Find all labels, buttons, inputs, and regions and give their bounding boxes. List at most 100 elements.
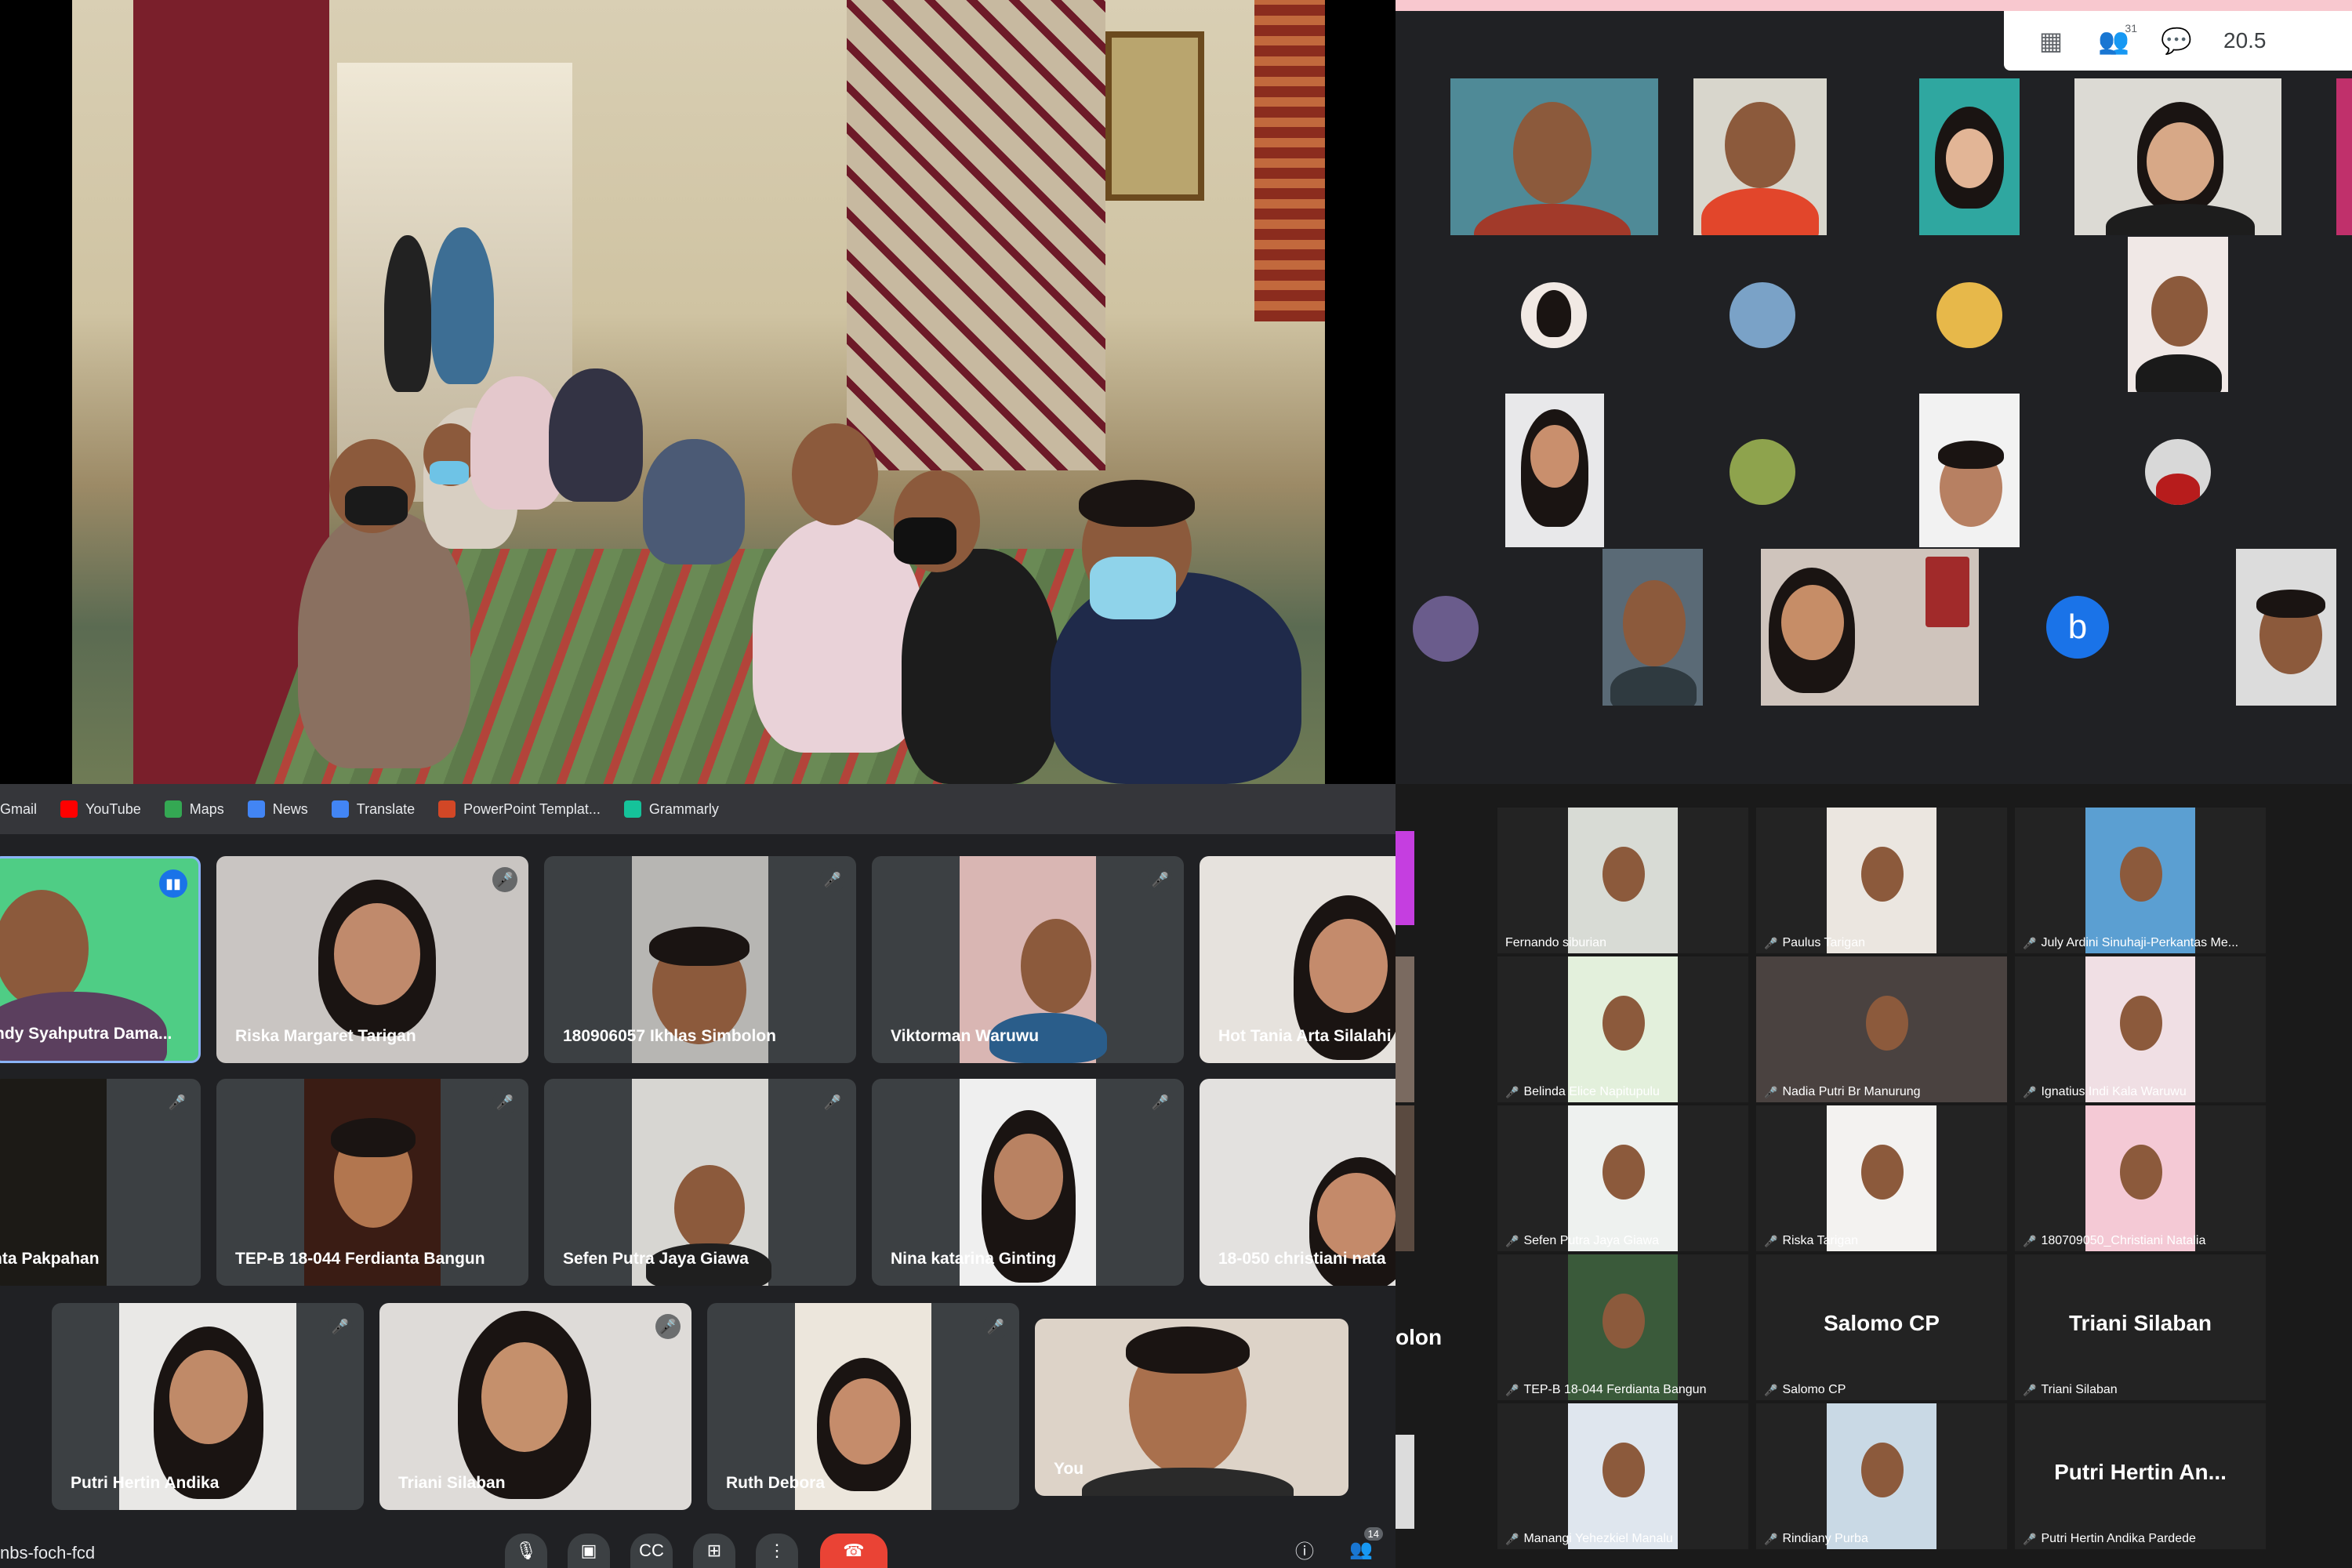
more-options-button[interactable]: ⋮: [756, 1534, 798, 1568]
zoom-participant-tile[interactable]: 🎤 Sefen Putra Jaya Giawa: [1497, 1105, 1748, 1251]
wall-ulos-cloth: [1254, 0, 1325, 321]
self-view-tile[interactable]: You: [1035, 1319, 1348, 1496]
partial-name: olon: [1396, 1325, 1443, 1349]
video-tile[interactable]: [2074, 78, 2281, 235]
bookmark-item[interactable]: Translate: [331, 800, 415, 818]
participant-tile[interactable]: 🎤 180906057 Ikhlas Simbolon: [544, 856, 856, 1063]
zoom-participant-tile[interactable]: 🎤 Belinda Elice Napitupulu: [1497, 956, 1748, 1102]
video-tile[interactable]: [2236, 549, 2336, 706]
participant-name: 🎤 TEP-B 18-044 Ferdianta Bangun: [1505, 1383, 1706, 1397]
zoom-participant-tile[interactable]: Fernando siburian: [1497, 808, 1748, 953]
bookmark-icon: [247, 800, 265, 818]
mic-muted-icon: 🎤: [1764, 1383, 1778, 1396]
participant-tile[interactable]: 🎤 Nina katarina Ginting: [872, 1079, 1184, 1286]
person-head: [2120, 847, 2162, 902]
participant-tile[interactable]: 🎤 TEP-B 18-044 Ferdianta Bangun: [216, 1079, 528, 1286]
person-face: [169, 1350, 248, 1444]
captions-button[interactable]: CC: [630, 1534, 673, 1568]
person-head: [1021, 919, 1091, 1013]
bookmark-item[interactable]: PowerPoint Templat...: [438, 800, 601, 818]
participant-name: 18-050 christiani nata: [1218, 1250, 1386, 1268]
people-icon[interactable]: 👥 31: [2098, 22, 2137, 56]
bookmark-item[interactable]: News: [247, 800, 308, 818]
speaking-indicator-icon: ▮▮: [159, 869, 187, 898]
mic-muted-icon: 🎤: [1764, 1532, 1778, 1545]
participant-tile[interactable]: 🎤 Ruth Debora: [707, 1303, 1019, 1510]
meeting-code: nbs-foch-fcd: [0, 1543, 96, 1563]
zoom-participant-tile[interactable]: 🎤 July Ardini Sinuhaji-Perkantas Me...: [2015, 808, 2266, 953]
mic-off-icon: 🎤: [1148, 1090, 1173, 1115]
chat-icon[interactable]: 💬: [2161, 25, 2192, 56]
face-mask: [894, 517, 956, 564]
video-tile[interactable]: [1602, 549, 1703, 706]
participant-tile[interactable]: 🎤 Riska Margaret Tarigan: [216, 856, 528, 1063]
camera-button[interactable]: ▣: [568, 1534, 610, 1568]
video-tile[interactable]: [1505, 394, 1604, 547]
profile-avatar: [1521, 282, 1587, 348]
participant-tile[interactable]: 🎤 nta Pakpahan: [0, 1079, 201, 1286]
zoom-participant-tile[interactable]: 🎤 Riska Tarigan: [1756, 1105, 2007, 1251]
participant-name: Riska Margaret Tarigan: [235, 1027, 416, 1045]
participant-name-label: TEP-B 18-044 Ferdianta Bangun: [1523, 1383, 1707, 1396]
zoom-participant-tile[interactable]: Salomo CP 🎤 Salomo CP: [1756, 1254, 2007, 1400]
people-icon[interactable]: 👥 14: [1345, 1527, 1383, 1565]
participant-video: [1756, 956, 2007, 1102]
video-tile[interactable]: [1919, 78, 2020, 235]
zoom-participant-tile[interactable]: 🎤 TEP-B 18-044 Ferdianta Bangun: [1497, 1254, 1748, 1400]
zoom-participant-tile[interactable]: Triani Silaban 🎤 Triani Silaban: [2015, 1254, 2266, 1400]
participant-tile[interactable]: 🎤 Putri Hertin Andika: [52, 1303, 364, 1510]
mic-off-icon: 🎤: [492, 1090, 517, 1115]
participant-name: Triani Silaban: [398, 1474, 506, 1492]
video-tile[interactable]: [1450, 78, 1658, 235]
face-mask: [430, 461, 469, 485]
video-tile[interactable]: [2336, 78, 2352, 235]
participant-name-label: Ignatius Indi Kala Waruwu: [2041, 1085, 2187, 1098]
people-count-badge: 14: [1363, 1527, 1383, 1541]
person: [1051, 572, 1301, 784]
participant-name-label: Riska Tarigan: [1782, 1234, 1859, 1247]
person-face: [829, 1378, 900, 1465]
person-head: [0, 890, 89, 1007]
bookmark-item[interactable]: Gmail: [0, 801, 37, 818]
bookmark-item[interactable]: Grammarly: [623, 800, 719, 818]
zoom-participant-tile[interactable]: 🎤 180709050_Christiani Natalia: [2015, 1105, 2266, 1251]
participant-tile[interactable]: 18-050 christiani nata: [1200, 1079, 1396, 1286]
zoom-participant-tile[interactable]: 🎤 Paulus Tarigan: [1756, 808, 2007, 953]
video-tile[interactable]: [2128, 237, 2228, 392]
profile-avatar: [1413, 596, 1479, 662]
mic-muted-icon: 🎤: [1505, 1234, 1519, 1247]
participant-tile[interactable]: 🎤 Triani Silaban: [379, 1303, 691, 1510]
mic-off-icon: 🎤: [1148, 867, 1173, 892]
face-mask: [345, 486, 408, 525]
bookmark-label: Grammarly: [648, 800, 719, 817]
video-tile[interactable]: [1693, 78, 1827, 235]
participant-video: [1827, 1105, 1936, 1251]
leave-call-button[interactable]: ☎: [820, 1534, 887, 1568]
participant-tile[interactable]: 🎤 Viktorman Waruwu: [872, 856, 1184, 1063]
participant-video: [2085, 808, 2195, 953]
present-button[interactable]: ⊞: [693, 1534, 735, 1568]
person-head: [1602, 1294, 1645, 1348]
mic-muted-icon: 🎤: [1764, 1085, 1778, 1098]
video-tile[interactable]: [1919, 394, 2020, 547]
video-tile[interactable]: [1761, 549, 1979, 706]
microphone-button[interactable]: 🎙: [505, 1534, 547, 1568]
mic-off-icon: 🎤: [820, 1090, 845, 1115]
person-body: [2106, 204, 2255, 235]
bookmark-item[interactable]: YouTube: [60, 800, 141, 818]
bookmark-item[interactable]: Maps: [164, 800, 224, 818]
grid-view-icon[interactable]: ▦: [2035, 25, 2067, 56]
window-grille: [847, 0, 1105, 470]
participant-tile[interactable]: 🎤 Sefen Putra Jaya Giawa: [544, 1079, 856, 1286]
zoom-participant-tile[interactable]: 🎤 Rindiany Purba: [1756, 1403, 2007, 1549]
face-mask: [1090, 557, 1176, 619]
zoom-participant-tile[interactable]: 🎤 Nadia Putri Br Manurung: [1756, 956, 2007, 1102]
participant-tile[interactable]: Hot Tania Arta Silalahi: [1200, 856, 1396, 1063]
info-icon[interactable]: ⓘ: [1289, 1534, 1320, 1565]
zoom-participant-tile[interactable]: Putri Hertin An... 🎤 Putri Hertin Andika P…: [2015, 1403, 2266, 1549]
zoom-participant-tile[interactable]: 🎤 Manangi Yehezkiel Manalu: [1497, 1403, 1748, 1549]
avatar-hair: [1537, 290, 1571, 337]
participant-tile[interactable]: ▮▮ ndy Syahputra Dama...: [0, 856, 201, 1063]
meeting-toolbar: ▦ 👥 31 💬 20.5: [2004, 11, 2352, 71]
zoom-participant-tile[interactable]: 🎤 Ignatius Indi Kala Waruwu: [2015, 956, 2266, 1102]
